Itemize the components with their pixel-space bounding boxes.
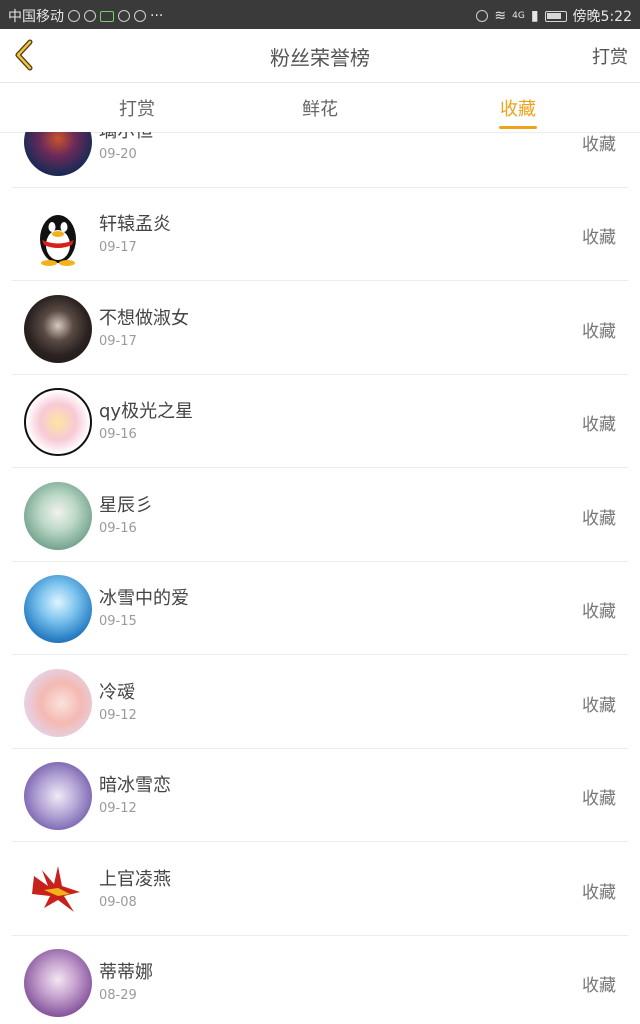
fan-action: 收藏 [582, 696, 616, 716]
fan-name: 蒂蒂娜 [99, 962, 153, 983]
fan-action: 收藏 [582, 415, 616, 435]
fan-date: 09-12 [99, 801, 137, 816]
tab-reward[interactable]: 打赏 [77, 95, 197, 121]
fan-date: 09-15 [99, 614, 137, 629]
fan-action: 收藏 [582, 883, 616, 903]
active-tab-indicator [499, 126, 537, 129]
fan-action: 收藏 [582, 509, 616, 529]
list-item[interactable]: 轩辕孟炎 09-17 收藏 [12, 188, 628, 281]
fan-action: 收藏 [582, 228, 616, 248]
fan-name: 轩辕孟炎 [99, 214, 171, 235]
fan-name: 冰雪中的爱 [99, 588, 189, 609]
fan-date: 09-20 [99, 147, 137, 162]
tab-bar: 打赏 鲜花 收藏 [0, 83, 640, 133]
status-right: ≋ 4G ▮ 傍晚5:22 [476, 6, 632, 26]
avatar [24, 856, 92, 924]
fan-date: 09-16 [99, 427, 137, 442]
avatar [24, 201, 92, 269]
wifi-icon: ≋ [494, 8, 507, 24]
fan-name: 暗冰雪恋 [99, 775, 171, 796]
signal-icon: ▮ [530, 8, 539, 24]
fan-name: 星辰彡 [99, 495, 153, 516]
fan-date: 09-16 [99, 521, 137, 536]
app-icon [134, 10, 146, 22]
wechat-icon [100, 10, 114, 22]
phoenix-icon [32, 866, 80, 912]
avatar [24, 482, 92, 550]
fan-action: 收藏 [582, 976, 616, 996]
list-item[interactable]: 璃尔恒 09-20 收藏 [12, 132, 628, 188]
list-item[interactable]: 冰雪中的爱 09-15 收藏 [12, 562, 628, 655]
tab-flowers[interactable]: 鲜花 [260, 95, 380, 121]
avatar [24, 388, 92, 456]
fan-action: 收藏 [582, 602, 616, 622]
fan-date: 09-17 [99, 240, 137, 255]
avatar [24, 132, 92, 176]
page-title: 粉丝荣誉榜 [270, 46, 370, 70]
sync-icon [68, 10, 80, 22]
penguin-icon [40, 215, 76, 266]
app-notification-icon [84, 10, 96, 22]
alarm-icon [476, 10, 489, 22]
fan-list: 璃尔恒 09-20 收藏 轩辕孟炎 09-17 收藏 不想做淑女 09-17 收… [12, 132, 628, 1024]
fan-date: 09-17 [99, 334, 137, 349]
carrier-label: 中国移动 [8, 9, 64, 25]
list-item[interactable]: qy极光之星 09-16 收藏 [12, 375, 628, 468]
clock: 傍晚5:22 [572, 9, 632, 25]
avatar [24, 575, 92, 643]
tab-favorites[interactable]: 收藏 [458, 95, 578, 121]
more-notifications-icon: ··· [150, 8, 164, 24]
fan-name: qy极光之星 [99, 401, 194, 422]
fan-name: 上官凌燕 [99, 869, 171, 890]
shield-icon [118, 10, 130, 22]
avatar [24, 762, 92, 830]
avatar [24, 949, 92, 1017]
fan-name: 璃尔恒 [99, 132, 153, 143]
list-item[interactable]: 上官凌燕 09-08 收藏 [12, 843, 628, 936]
fan-name: 冷叆 [99, 682, 135, 703]
list-item[interactable]: 不想做淑女 09-17 收藏 [12, 282, 628, 375]
fan-date: 09-08 [99, 895, 137, 910]
fan-action: 收藏 [582, 135, 616, 155]
reward-button[interactable]: 打赏 [592, 43, 628, 69]
fan-date: 09-12 [99, 708, 137, 723]
list-item[interactable]: 冷叆 09-12 收藏 [12, 656, 628, 749]
nav-bar: 粉丝荣誉榜 打赏 [0, 29, 640, 83]
network-type: 4G [512, 11, 525, 21]
fan-name: 不想做淑女 [99, 308, 189, 329]
list-item[interactable]: 蒂蒂娜 08-29 收藏 [12, 936, 628, 1024]
list-item[interactable]: 暗冰雪恋 09-12 收藏 [12, 749, 628, 842]
fan-action: 收藏 [582, 789, 616, 809]
fan-date: 08-29 [99, 988, 137, 1003]
status-left: 中国移动 ··· [8, 6, 163, 26]
list-item[interactable]: 星辰彡 09-16 收藏 [12, 469, 628, 562]
fan-action: 收藏 [582, 322, 616, 342]
status-bar: 中国移动 ··· ≋ 4G ▮ 傍晚5:22 [0, 0, 640, 29]
avatar [24, 669, 92, 737]
avatar [24, 295, 92, 363]
battery-icon [544, 10, 567, 22]
